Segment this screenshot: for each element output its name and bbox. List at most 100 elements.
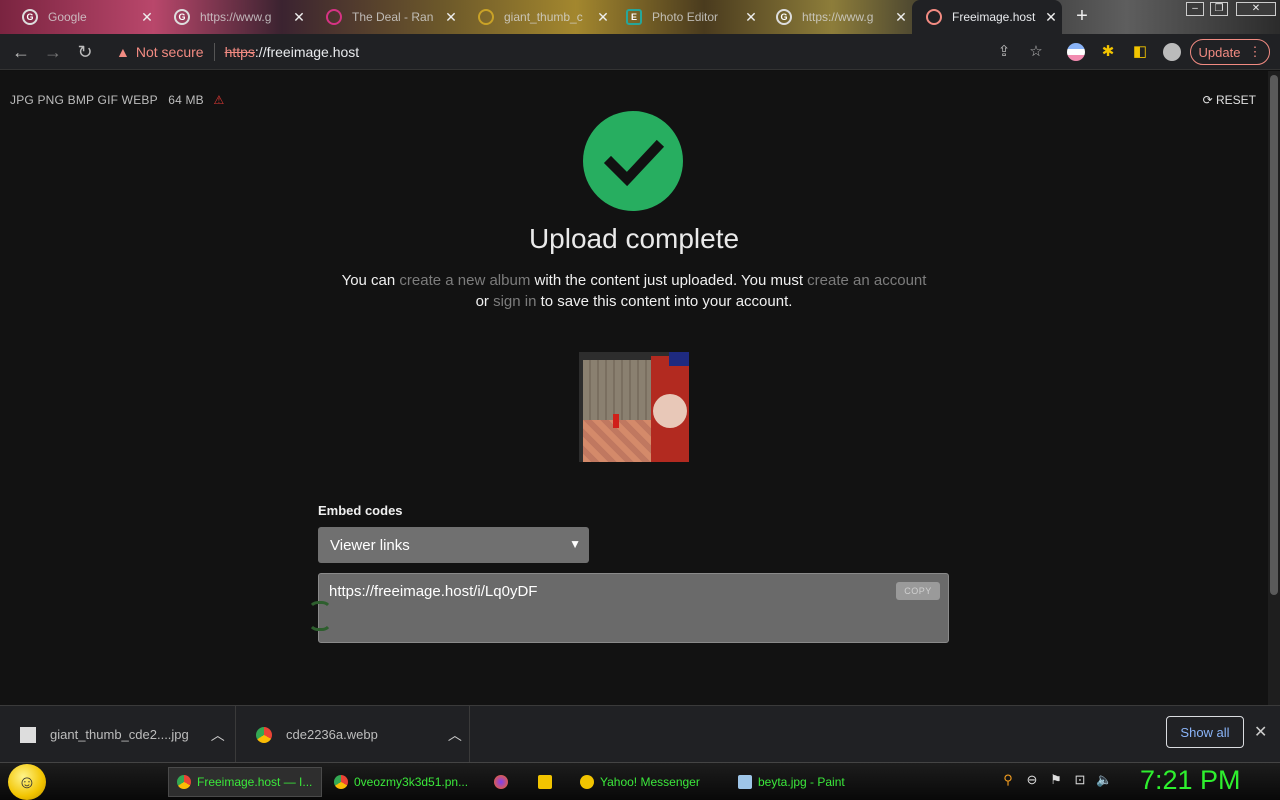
update-button[interactable]: Update ⋮: [1190, 39, 1270, 65]
search-icon[interactable]: ⚲: [1000, 772, 1016, 788]
puzzle-icon[interactable]: ✱: [1099, 43, 1117, 61]
site-icon: [478, 9, 494, 25]
page-content: JPG PNG BMP GIF WEBP 64 MB ⚠ ⟳ RESET Upl…: [0, 71, 1268, 705]
close-icon[interactable]: ✕: [1254, 722, 1267, 742]
tab-title: https://www.g: [802, 10, 874, 24]
tab-title: Photo Editor: [652, 10, 719, 24]
tab-the-deal[interactable]: The Deal - Ran ✕: [312, 0, 462, 34]
embed-code-value: https://freeimage.host/i/Lq0yDF: [329, 583, 538, 600]
more-menu-icon: ⋮: [1248, 44, 1262, 59]
taskbar-item-yahoo[interactable]: Yahoo! Messenger: [572, 767, 726, 797]
max-size: 64 MB: [168, 93, 204, 107]
taskbar: ☺ Freeimage.host — I... 0veozmy3k3d51.pn…: [0, 762, 1280, 800]
firefox-icon: [494, 775, 508, 789]
msg-part: with the content just uploaded. You must: [530, 272, 808, 289]
profile-avatar-icon[interactable]: [1163, 43, 1181, 61]
freeimage-icon: [926, 9, 942, 25]
download-item[interactable]: cde2236a.webp ︿: [236, 706, 470, 763]
tab-photo-editor[interactable]: E Photo Editor ✕: [612, 0, 762, 34]
embed-type-select[interactable]: Viewer links ▼: [318, 527, 589, 563]
volume-icon[interactable]: 🔈: [1096, 772, 1112, 788]
share-icon[interactable]: ⇪: [995, 43, 1013, 61]
embed-code-textarea[interactable]: https://freeimage.host/i/Lq0yDF COPY: [318, 573, 949, 643]
tab-google[interactable]: G Google ✕: [8, 0, 158, 34]
taskbar-item-chrome-2[interactable]: 0veozmy3k3d51.pn...: [326, 767, 476, 797]
tab-freeimage[interactable]: Freeimage.host ✕: [912, 0, 1062, 34]
bookmark-star-icon[interactable]: ☆: [1027, 43, 1045, 61]
download-item[interactable]: giant_thumb_cde2....jpg ︿: [0, 706, 236, 763]
taskbar-item-firefox[interactable]: [486, 767, 526, 797]
uploaded-image-thumbnail[interactable]: [579, 352, 689, 462]
taskbar-item-paint[interactable]: beyta.jpg - Paint: [730, 767, 884, 797]
upload-message: You can create a new album with the cont…: [300, 270, 968, 312]
update-label: Update: [1198, 44, 1241, 60]
minimize-button[interactable]: –: [1186, 2, 1204, 16]
close-icon[interactable]: ✕: [440, 9, 462, 26]
success-check-icon: [583, 111, 683, 211]
warning-icon: ▲: [116, 44, 130, 60]
tab-title: Freeimage.host: [952, 10, 1036, 24]
security-label[interactable]: Not secure: [136, 44, 204, 60]
tab-google-2[interactable]: G https://www.g ✕: [160, 0, 310, 34]
action-center-flag-icon[interactable]: ⚑: [1048, 772, 1064, 788]
toolbar: ← → ↻ ▲ Not secure https ://freeimage.ho…: [0, 34, 1280, 70]
taskbar-label: Freeimage.host — I...: [197, 775, 313, 789]
sign-in-link[interactable]: sign in: [493, 293, 536, 310]
taskbar-item-chrome[interactable]: Freeimage.host — I...: [168, 767, 322, 797]
tab-title: giant_thumb_c: [504, 10, 583, 24]
create-account-link[interactable]: create an account: [807, 272, 926, 289]
chevron-up-icon[interactable]: ︿: [448, 725, 462, 745]
scrollbar-thumb[interactable]: [1270, 75, 1278, 595]
start-button[interactable]: ☺: [8, 764, 46, 800]
msg-part: You can: [341, 272, 400, 289]
restore-button[interactable]: ❐: [1210, 2, 1228, 16]
taskbar-label: beyta.jpg - Paint: [758, 775, 845, 789]
google-icon: G: [776, 9, 792, 25]
back-button[interactable]: ←: [10, 42, 32, 62]
google-icon: G: [22, 9, 38, 25]
tab-title: The Deal - Ran: [352, 10, 434, 24]
yahoo-messenger-icon: [580, 775, 594, 789]
create-album-link[interactable]: create a new album: [399, 272, 530, 289]
allowed-formats: JPG PNG BMP GIF WEBP 64 MB ⚠: [10, 93, 224, 107]
msg-part: to save this content into your account.: [536, 293, 793, 310]
close-icon[interactable]: ✕: [1040, 9, 1062, 26]
page-scrollbar[interactable]: [1268, 71, 1280, 705]
copy-button[interactable]: COPY: [896, 582, 940, 600]
side-panel-icon[interactable]: ◧: [1131, 43, 1149, 61]
reset-label: RESET: [1215, 93, 1256, 107]
chevron-up-icon[interactable]: ︿: [211, 725, 225, 745]
window-close-button[interactable]: ✕: [1236, 2, 1276, 16]
reload-button[interactable]: ↻: [74, 42, 96, 62]
tab-giant-thumb[interactable]: giant_thumb_c ✕: [464, 0, 614, 34]
download-filename: cde2236a.webp: [286, 727, 378, 742]
taskbar-clock[interactable]: 7:21 PM: [1140, 765, 1241, 796]
refresh-icon: ⟳: [1202, 93, 1213, 107]
extension-icon[interactable]: [1067, 43, 1085, 61]
show-all-button[interactable]: Show all: [1166, 716, 1244, 748]
taskbar-label: Yahoo! Messenger: [600, 775, 700, 789]
close-icon[interactable]: ✕: [740, 9, 762, 26]
forward-button[interactable]: →: [42, 42, 64, 62]
address-bar[interactable]: ▲ Not secure https ://freeimage.host: [108, 37, 1056, 67]
chrome-icon: [256, 726, 272, 743]
taskbar-item-explorer[interactable]: [530, 767, 570, 797]
tab-title: Google: [48, 10, 87, 24]
close-icon[interactable]: ✕: [136, 9, 158, 26]
network-icon[interactable]: ⊡: [1072, 772, 1088, 788]
reset-button[interactable]: ⟳ RESET: [1203, 93, 1256, 107]
tray-status-icon[interactable]: ⊖: [1024, 772, 1040, 788]
close-icon[interactable]: ✕: [890, 9, 912, 26]
msg-part: or: [475, 293, 494, 310]
download-bar: giant_thumb_cde2....jpg ︿ cde2236a.webp …: [0, 705, 1280, 763]
page-title: Upload complete: [528, 223, 740, 254]
chrome-icon: [177, 775, 191, 789]
formats-text: JPG PNG BMP GIF WEBP: [10, 93, 158, 107]
close-icon[interactable]: ✕: [288, 9, 310, 26]
folder-icon: [538, 775, 552, 789]
tab-google-3[interactable]: G https://www.g ✕: [762, 0, 912, 34]
download-filename: giant_thumb_cde2....jpg: [50, 727, 189, 742]
new-tab-button[interactable]: +: [1072, 6, 1092, 27]
url-scheme: https: [224, 44, 255, 60]
close-icon[interactable]: ✕: [592, 9, 614, 26]
